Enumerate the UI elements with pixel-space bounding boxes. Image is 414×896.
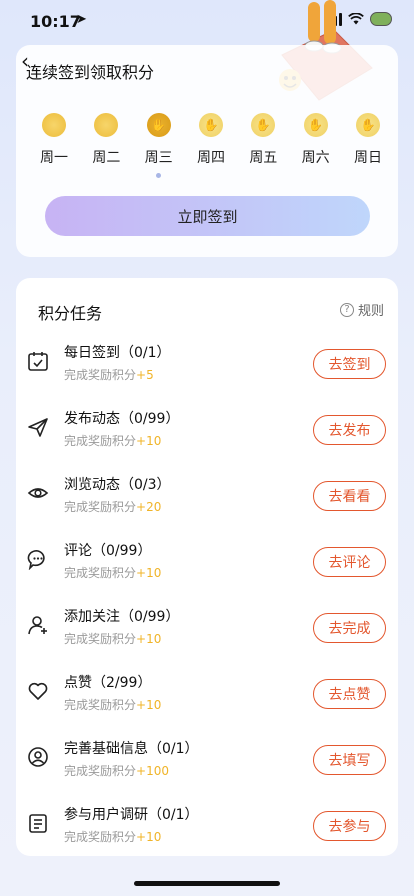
task-reward: 完成奖励积分+10 xyxy=(64,432,161,449)
reward-label: 完成奖励积分 xyxy=(64,500,137,514)
coin-icon: ✋ xyxy=(355,113,380,137)
task-name: 每日签到（0/1） xyxy=(64,345,171,361)
status-time: 10:17 xyxy=(30,12,81,31)
day-sat: ✋ 周六 xyxy=(298,113,334,178)
day-mon: 周一 xyxy=(36,113,72,178)
calendar-check-icon xyxy=(26,349,50,373)
task-name: 点赞（2/99） xyxy=(64,675,152,691)
rules-label: 规则 xyxy=(357,304,384,319)
reward-points: +10 xyxy=(136,830,162,844)
task-action-button[interactable]: 去签到 xyxy=(313,349,386,379)
coin-icon xyxy=(42,113,66,137)
question-icon: ? xyxy=(339,302,354,317)
task-name: 发布动态（0/99） xyxy=(64,411,180,427)
reward-label: 完成奖励积分 xyxy=(64,434,137,448)
task-reward: 完成奖励积分+10 xyxy=(64,630,161,647)
task-row: 浏览动态（0/3） 完成奖励积分+20 去看看 xyxy=(16,467,398,527)
rules-link[interactable]: ? 规则 xyxy=(339,300,384,319)
home-indicator[interactable] xyxy=(134,881,280,886)
reward-points: +10 xyxy=(136,566,162,580)
checkin-card: ‹ 连续签到领取积分 周一 周二 ✋ 周三 ✋ 周四 ✋ 周五 ✋ 周六 ✋ 周日 立即签… xyxy=(16,45,398,257)
heart-icon xyxy=(26,679,50,703)
task-action-button[interactable]: 去发布 xyxy=(313,415,386,445)
location-arrow-icon: ➤ xyxy=(76,12,87,27)
reward-points: +10 xyxy=(136,434,162,448)
task-name: 完善基础信息（0/1） xyxy=(64,741,199,757)
task-row: 参与用户调研（0/1） 完成奖励积分+10 去参与 xyxy=(16,797,398,857)
coin-icon: ✋ xyxy=(146,113,171,137)
task-reward: 完成奖励积分+20 xyxy=(64,498,161,515)
eye-icon xyxy=(26,481,50,505)
task-row: 发布动态（0/99） 完成奖励积分+10 去发布 xyxy=(16,401,398,461)
coin-icon: ✋ xyxy=(303,113,328,137)
task-row: 每日签到（0/1） 完成奖励积分+5 去签到 xyxy=(16,335,398,395)
day-label: 周五 xyxy=(249,150,278,166)
task-row: 添加关注（0/99） 完成奖励积分+10 去完成 xyxy=(16,599,398,659)
profile-icon xyxy=(26,745,50,769)
reward-label: 完成奖励积分 xyxy=(64,698,137,712)
reward-label: 完成奖励积分 xyxy=(64,764,137,778)
points-tasks-card: 积分任务 ? 规则 每日签到（0/1） 完成奖励积分+5 去签到 发布动态（0/… xyxy=(16,278,398,856)
task-name: 评论（0/99） xyxy=(64,543,152,559)
day-sun: ✋ 周日 xyxy=(350,113,386,178)
reward-label: 完成奖励积分 xyxy=(64,830,137,844)
task-reward: 完成奖励积分+10 xyxy=(64,564,161,581)
send-icon xyxy=(26,415,50,439)
reward-points: +100 xyxy=(136,764,169,778)
task-reward: 完成奖励积分+5 xyxy=(64,366,154,383)
task-name: 浏览动态（0/3） xyxy=(64,477,171,493)
day-label: 周四 xyxy=(196,150,225,166)
weekday-row: 周一 周二 ✋ 周三 ✋ 周四 ✋ 周五 ✋ 周六 ✋ 周日 xyxy=(36,113,386,178)
reward-points: +5 xyxy=(136,368,154,382)
task-row: 完善基础信息（0/1） 完成奖励积分+100 去填写 xyxy=(16,731,398,791)
day-label: 周二 xyxy=(92,150,121,166)
day-label: 周六 xyxy=(301,150,330,166)
task-reward: 完成奖励积分+100 xyxy=(64,762,169,779)
task-reward: 完成奖励积分+10 xyxy=(64,696,161,713)
survey-icon xyxy=(26,811,50,835)
task-action-button[interactable]: 去参与 xyxy=(313,811,386,841)
day-thu: ✋ 周四 xyxy=(193,113,229,178)
task-row: 评论（0/99） 完成奖励积分+10 去评论 xyxy=(16,533,398,593)
day-label: 周一 xyxy=(40,150,68,166)
day-tue: 周二 xyxy=(88,113,124,178)
task-action-button[interactable]: 去评论 xyxy=(313,547,386,577)
comment-icon xyxy=(26,547,50,571)
reward-points: +10 xyxy=(136,698,162,712)
reward-label: 完成奖励积分 xyxy=(64,566,137,580)
coin-icon xyxy=(94,113,119,137)
checkin-now-button[interactable]: 立即签到 xyxy=(45,196,370,236)
task-action-button[interactable]: 去完成 xyxy=(313,613,386,643)
day-wed: ✋ 周三 xyxy=(141,113,177,178)
coin-icon: ✋ xyxy=(198,113,223,137)
tasks-title: 积分任务 xyxy=(38,304,103,323)
reward-points: +20 xyxy=(136,500,162,514)
task-action-button[interactable]: 去填写 xyxy=(313,745,386,775)
day-label: 周日 xyxy=(353,150,382,166)
task-action-button[interactable]: 去点赞 xyxy=(313,679,386,709)
task-action-button[interactable]: 去看看 xyxy=(313,481,386,511)
checkin-title: 连续签到领取积分 xyxy=(26,63,155,82)
day-label: 周三 xyxy=(144,150,173,166)
task-name: 添加关注（0/99） xyxy=(64,609,180,625)
reward-label: 完成奖励积分 xyxy=(64,632,137,646)
today-indicator xyxy=(156,173,162,178)
reward-label: 完成奖励积分 xyxy=(64,368,137,382)
day-fri: ✋ 周五 xyxy=(245,113,281,178)
task-name: 参与用户调研（0/1） xyxy=(64,807,199,823)
add-user-icon xyxy=(26,613,50,637)
task-reward: 完成奖励积分+10 xyxy=(64,828,161,845)
coin-icon: ✋ xyxy=(251,113,276,137)
reward-points: +10 xyxy=(136,632,162,646)
task-row: 点赞（2/99） 完成奖励积分+10 去点赞 xyxy=(16,665,398,725)
